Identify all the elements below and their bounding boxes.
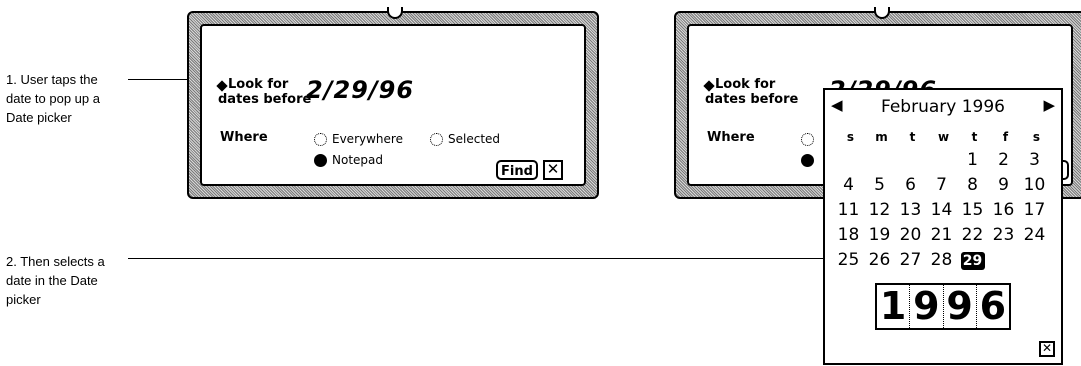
radio-everywhere[interactable] [801, 133, 814, 146]
date-value[interactable]: 2/29/96 [306, 76, 414, 104]
blank-cell [895, 148, 926, 173]
day-grid: 1 2 3 4 5 6 7 8 9 10 11 12 13 14 15 16 17 18 19 20 21 22 23 24 2… [833, 148, 1055, 273]
find-slip-before: Look for dates before 2/29/96 Where Ever… [187, 7, 599, 199]
year-digit[interactable]: 1 [877, 285, 911, 328]
day-cell[interactable]: 12 [864, 198, 895, 223]
day-cell[interactable]: 21 [926, 223, 957, 248]
radio-everywhere[interactable] [314, 133, 327, 146]
radio-notepad[interactable] [801, 154, 814, 167]
callout-step-2-line-3: picker [6, 292, 41, 307]
callout-step-2-line-1: 2. Then selects a [6, 254, 105, 269]
day-cell[interactable]: 17 [1019, 198, 1050, 223]
weekday-label: t [971, 130, 978, 144]
day-cell[interactable]: 7 [926, 173, 957, 198]
day-cell[interactable]: 25 [833, 248, 864, 273]
dates-before-label: dates before [705, 92, 798, 107]
year-field: 1996 [875, 283, 1011, 330]
blank-cell [833, 148, 864, 173]
day-cell[interactable]: 2 [988, 148, 1019, 173]
date-picker: ◀ February 1996 ▶ smtwtfs 1 2 3 4 5 6 7 8 9 10 11 1… [823, 88, 1063, 365]
year-digit[interactable]: 9 [910, 285, 944, 328]
radio-selected[interactable] [430, 133, 443, 146]
option-notepad-label: Notepad [332, 153, 383, 167]
close-box-icon[interactable]: ✕ [1039, 341, 1055, 357]
selected-day-cell[interactable]: 29 [960, 251, 985, 270]
weekday-label: w [937, 130, 950, 144]
blank-cell [926, 148, 957, 173]
day-cell[interactable]: 18 [833, 223, 864, 248]
day-cell[interactable]: 4 [833, 173, 864, 198]
look-for-label: Look for [228, 77, 288, 92]
callout-step-1-line-3: Date picker [6, 110, 72, 125]
weekday-label: f [1002, 130, 1009, 144]
month-year-label: February 1996 [881, 97, 1005, 117]
where-label: Where [220, 130, 268, 145]
day-cell[interactable]: 9 [988, 173, 1019, 198]
look-for-label-line-2: dates before [705, 92, 799, 107]
day-cell[interactable]: 22 [957, 223, 988, 248]
blank-cell [864, 148, 895, 173]
day-cell[interactable]: 8 [957, 173, 988, 198]
slip-notch [387, 7, 403, 19]
look-for-label: Look for [715, 77, 775, 92]
day-cell[interactable]: 15 [957, 198, 988, 223]
callout-step-2: 2. Then selects a date in the Date picke… [6, 252, 146, 309]
day-cell[interactable]: 20 [895, 223, 926, 248]
year-digit[interactable]: 9 [944, 285, 977, 328]
leader-line-2 [128, 258, 826, 259]
right-arrow-icon[interactable]: ▶ [1043, 96, 1055, 114]
day-cell[interactable]: 5 [864, 173, 895, 198]
close-box-icon[interactable]: ✕ [543, 160, 563, 180]
callout-step-1: 1. User taps the date to pop up a Date p… [6, 70, 146, 127]
day-cell[interactable]: 26 [864, 248, 895, 273]
day-cell[interactable]: 19 [864, 223, 895, 248]
day-cell[interactable]: 10 [1019, 173, 1050, 198]
weekday-label: s [1032, 130, 1041, 144]
weekday-label: s [846, 130, 855, 144]
radio-notepad[interactable] [314, 154, 327, 167]
day-cell[interactable]: 11 [833, 198, 864, 223]
slip-notch [874, 7, 890, 19]
look-for-label-line-2: dates before [218, 92, 312, 107]
day-cell[interactable]: 6 [895, 173, 926, 198]
where-label: Where [707, 130, 755, 145]
diamond-icon [216, 80, 228, 92]
day-cell[interactable]: 23 [988, 223, 1019, 248]
day-cell[interactable]: 28 [926, 248, 957, 273]
look-for-label-line-1: Look for [715, 77, 776, 92]
day-cell[interactable]: 14 [926, 198, 957, 223]
option-everywhere-label: Everywhere [332, 132, 403, 146]
day-cell[interactable]: 27 [895, 248, 926, 273]
day-cell[interactable]: 3 [1019, 148, 1050, 173]
weekday-label: t [909, 130, 916, 144]
option-selected-label: Selected [448, 132, 501, 146]
diamond-icon [703, 80, 715, 92]
find-slip-body: Look for dates before 2/29/96 Where Ever… [200, 24, 586, 186]
callout-step-2-line-2: date in the Date [6, 273, 98, 288]
find-button[interactable]: Find [496, 160, 538, 180]
year-digit[interactable]: 6 [977, 285, 1009, 328]
look-for-label-line-1: Look for [228, 77, 289, 92]
day-cell[interactable]: 24 [1019, 223, 1050, 248]
callout-step-1-line-1: 1. User taps the [6, 72, 98, 87]
weekday-label: m [875, 130, 888, 144]
day-cell[interactable]: 13 [895, 198, 926, 223]
day-cell[interactable]: 1 [957, 148, 988, 173]
callout-step-1-line-2: date to pop up a [6, 91, 100, 106]
weekday-header: smtwtfs [835, 130, 1053, 144]
dates-before-label: dates before [218, 92, 311, 107]
day-cell[interactable]: 16 [988, 198, 1019, 223]
